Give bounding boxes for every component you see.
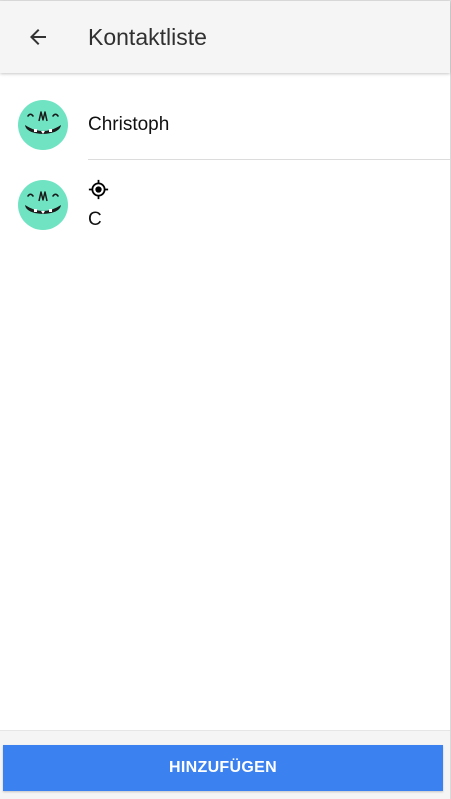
page-title: Kontaktliste [88, 24, 207, 50]
location-target-icon [88, 179, 109, 200]
add-button[interactable]: HINZUFÜGEN [3, 745, 443, 791]
screen: Kontaktliste Christoph C HINZUFÜGEN [0, 0, 451, 799]
contact-list-item[interactable]: C [0, 161, 450, 241]
bottom-bar: HINZUFÜGEN [0, 730, 450, 799]
monster-face-avatar-icon [18, 100, 68, 150]
back-button[interactable] [16, 15, 60, 59]
monster-face-avatar-icon [18, 180, 68, 230]
contact-name: Christoph [88, 114, 170, 135]
app-bar: Kontaktliste [0, 1, 450, 73]
contact-list-item[interactable]: Christoph [0, 73, 450, 160]
contact-name: C [88, 209, 102, 230]
arrow-back-icon [30, 29, 46, 45]
divider [88, 159, 450, 160]
